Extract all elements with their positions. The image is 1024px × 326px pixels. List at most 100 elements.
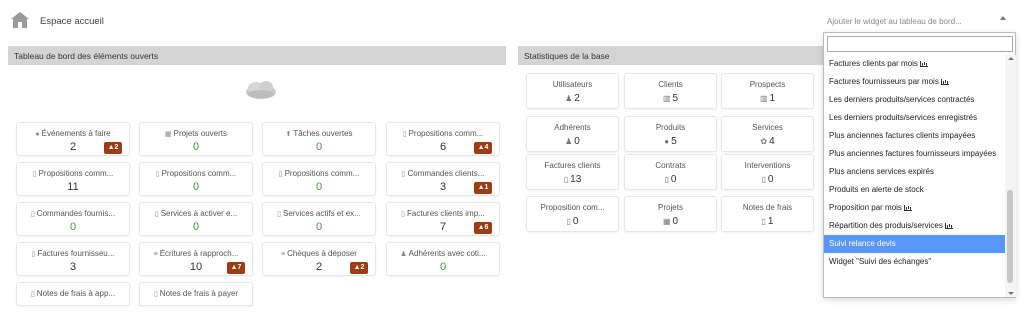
stat-value: ▯ 0 [566,216,579,227]
widget-option[interactable]: Suivi relance devis [824,235,1005,253]
open-item-card[interactable]: ▦ Projets ouverts 0 [139,122,253,156]
open-item-card[interactable]: ● Événements à faire 2 ▲2 [16,122,130,156]
stat-card[interactable]: Projets ▦ 0 [624,196,717,232]
widget-option[interactable]: Produits en alerte de stock [824,181,1005,199]
open-item-card[interactable]: ▯ Propositions comm... 0 [262,162,376,196]
open-item-label: ▯ Factures fournisseu... [31,249,115,258]
project-icon: ▦ [662,217,671,226]
bar-chart-icon [940,78,949,85]
invoice-icon: ▯ [563,175,569,184]
open-item-label: ▯ Propositions comm... [155,169,237,178]
open-item-card[interactable]: ▯ Factures clients imp... 7 ▲6 [386,202,500,236]
proposal-icon: ▯ [155,171,160,178]
widget-search-input[interactable] [828,37,1012,51]
open-item-card[interactable]: ▯ Services actifs et ex... 0 [262,202,376,236]
open-item-label: ▯ Propositions comm... [32,169,114,178]
service-icon: ▯ [277,211,282,218]
chevron-up-icon[interactable] [1000,16,1006,20]
user-icon: ♟ [565,94,573,103]
open-items-panel-header: Tableau de bord des éléments ouverts [8,46,506,65]
proposal-icon: ▯ [402,131,407,138]
open-item-label: ▯ Services à activer e... [154,209,238,218]
open-item-count: 0 [192,181,200,193]
scroll-down-icon[interactable] [1008,292,1014,295]
widget-option[interactable]: Proposition par mois [824,199,1005,217]
widget-option[interactable]: Les derniers produits/services contracté… [824,91,1005,109]
stat-value: ▯ 0 [761,174,774,185]
widget-select[interactable]: Ajouter le widget au tableau de bord... [823,13,1015,31]
late-warning-badge: ▲2 [104,142,122,154]
open-item-count: 0 [315,181,323,193]
open-item-card[interactable]: ▯ Services à activer e... 0 [139,202,253,236]
stat-value: ▦ 0 [662,216,679,227]
open-item-card[interactable]: ▯ Propositions comm... 6 ▲4 [386,122,500,156]
stat-card[interactable]: Adhérents ♟ 0 [526,116,619,152]
open-item-card[interactable]: ▯ Propositions comm... 0 [139,162,253,196]
stat-value: ▯ 13 [563,174,582,185]
widget-option[interactable]: Plus anciennes factures fournisseurs imp… [824,145,1005,163]
widget-option[interactable]: Factures fournisseurs par mois [824,73,1005,91]
stat-card[interactable]: Produits ● 5 [624,116,717,152]
open-item-card[interactable]: ▯ Commandes clients... 3 ▲1 [386,162,500,196]
open-item-card[interactable]: ▯ Propositions comm... 11 [16,162,130,196]
open-item-card[interactable]: ▯ Notes de frais à payer [139,282,253,306]
widget-option[interactable]: Plus anciens services expirés [824,163,1005,181]
open-item-card[interactable]: ▯ Notes de frais à app... [16,282,130,306]
order-icon: ▯ [401,171,406,178]
stat-card[interactable]: Proposition com... ▯ 0 [526,196,619,232]
stat-card[interactable]: Interventions ▯ 0 [721,154,814,190]
widget-option[interactable]: Widget "Suivi des échanges" [824,253,1005,271]
late-warning-badge: ▲4 [474,142,492,154]
stat-card[interactable]: Utilisateurs ♟ 2 [526,73,619,109]
scroll-up-icon[interactable] [1008,57,1014,60]
supplier-order-icon: ▯ [30,211,35,218]
bar-chart-icon [944,222,953,229]
open-item-card[interactable]: ≡ Écritures à rapproch... 10 ▲7 [139,242,253,276]
product-icon: ● [664,137,670,146]
stat-card[interactable]: Notes de frais ▯ 1 [721,196,814,232]
stat-card[interactable]: Clients ▥ 5 [624,73,717,109]
intervention-icon: ▯ [761,175,766,184]
stat-card[interactable]: Contrats ▯ 0 [624,154,717,190]
open-item-card[interactable]: ♟ Adhérents avec coti... 0 [386,242,500,276]
stat-value: ♟ 0 [565,136,580,147]
dropdown-scrollbar[interactable] [1005,55,1016,297]
open-item-count: 11 [67,181,79,193]
late-warning-badge: ▲2 [350,262,368,274]
open-item-count: 3 [69,261,77,273]
open-item-card[interactable]: ▯ Factures fournisseu... 3 [16,242,130,276]
open-item-label: ▯ Commandes clients... [401,169,485,178]
cheque-icon: ≡ [281,251,286,258]
open-item-label: ▯ Propositions comm... [402,129,484,138]
scrollbar-thumb[interactable] [1007,190,1013,283]
invoice-icon: ▯ [401,211,406,218]
stat-card[interactable]: Services ✿ 4 [721,116,814,152]
member-icon: ♟ [565,137,573,146]
stat-label: Factures clients [544,161,601,170]
stat-card[interactable]: Factures clients ▯ 13 [526,154,619,190]
widget-search-field[interactable] [827,36,1013,52]
stat-card[interactable]: Prospects ▥ 1 [721,73,814,109]
widget-option[interactable]: Factures clients par mois [824,55,1005,73]
widget-option[interactable]: Répartition des produis/services [824,217,1005,235]
contract-icon: ▯ [664,175,669,184]
open-item-card[interactable]: ⬆ Tâches ouvertes 0 [262,122,376,156]
open-item-count: 0 [315,221,323,233]
stat-value: ▥ 5 [662,93,679,104]
bar-chart-icon [919,60,928,67]
proposal-icon: ▯ [32,171,37,178]
stat-label: Prospects [749,80,786,89]
widget-options-list: Factures clients par mois Factures fourni… [824,55,1005,297]
widget-option[interactable]: Plus anciennes factures clients impayées [824,127,1005,145]
open-item-label: ▯ Commandes fournis... [30,209,116,218]
open-item-label: ▦ Projets ouverts [165,129,227,138]
widget-option[interactable]: Les derniers produits/services enregistr… [824,109,1005,127]
expense-icon: ▯ [153,291,158,298]
open-item-count: 0 [439,261,447,273]
open-item-label: ▯ Notes de frais à payer [153,289,239,298]
open-item-card[interactable]: ▯ Commandes fournis... 0 [16,202,130,236]
stats-panel-header: Statistiques de la base [518,46,824,65]
stat-label: Proposition com... [540,203,605,212]
open-item-card[interactable]: ≡ Chèques à déposer 2 ▲2 [262,242,376,276]
stat-label: Interventions [744,161,791,170]
